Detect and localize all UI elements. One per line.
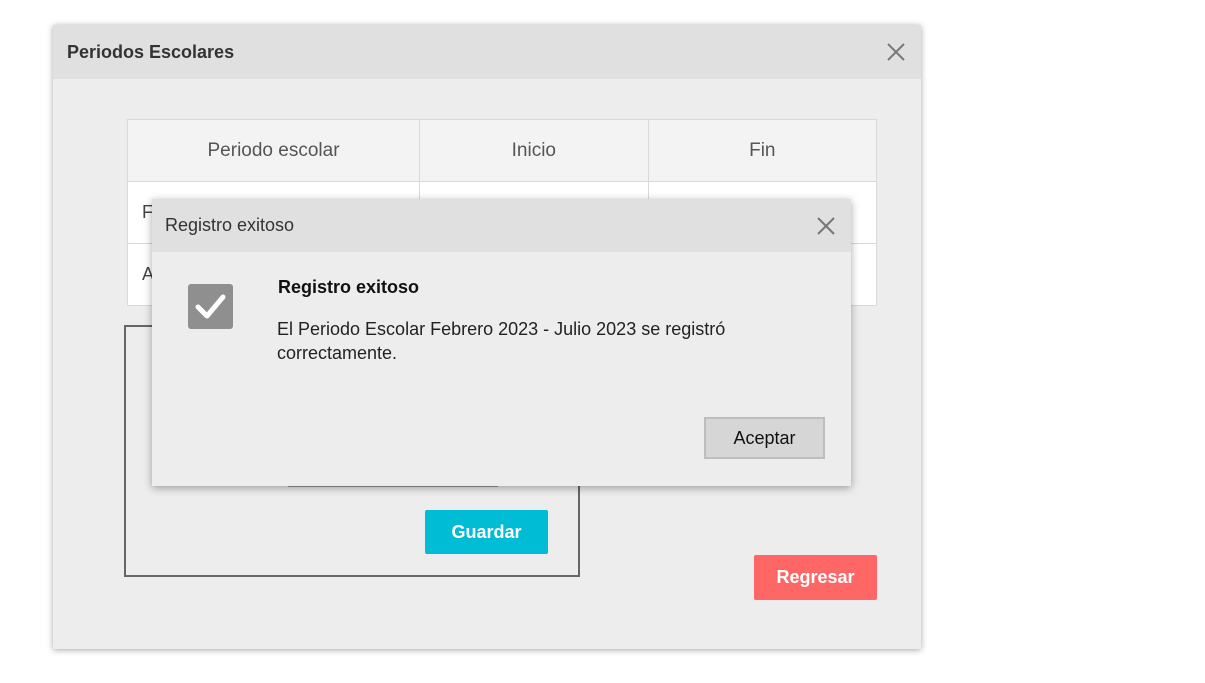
column-header-periodo[interactable]: Periodo escolar xyxy=(126,119,421,182)
regresar-button[interactable]: Regresar xyxy=(754,555,877,600)
window-title: Periodos Escolares xyxy=(67,42,235,62)
message-title: Registro exitoso xyxy=(278,277,420,297)
column-header-fin[interactable]: Fin xyxy=(647,119,878,182)
window-header: Periodos Escolares xyxy=(53,25,921,79)
aceptar-button[interactable]: Aceptar xyxy=(704,417,825,459)
guardar-button[interactable]: Guardar xyxy=(425,510,548,554)
checkbox-checked-icon xyxy=(188,284,233,329)
column-header-inicio[interactable]: Inicio xyxy=(419,119,649,182)
dialog-header: Registro exitoso xyxy=(152,199,851,252)
table-header-row: Periodo escolar Inicio Fin xyxy=(126,119,878,182)
close-icon[interactable] xyxy=(815,215,837,237)
message-body: El Periodo Escolar Febrero 2023 - Julio … xyxy=(277,319,726,363)
close-icon[interactable] xyxy=(885,41,907,63)
dialog-title: Registro exitoso xyxy=(165,215,295,235)
registro-exitoso-dialog: Registro exitoso Registro exitoso El Per… xyxy=(152,199,851,486)
